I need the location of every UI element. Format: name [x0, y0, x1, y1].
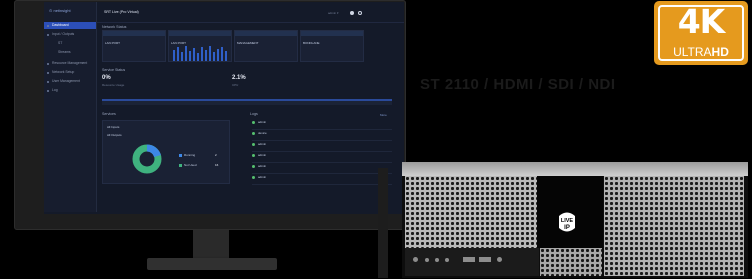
sidebar-item-dashboard[interactable]: Dashboard	[44, 22, 96, 29]
status-icon	[252, 143, 255, 146]
dashboard-icon	[47, 24, 49, 27]
sidebar-item-resource-management[interactable]: Resource Management	[44, 60, 96, 67]
sidebar-item-log[interactable]: Log	[44, 87, 96, 94]
rack-ear-left	[378, 168, 388, 278]
server-io-panel	[405, 248, 539, 276]
sidebar-item-network-setup[interactable]: Network Setup	[44, 69, 96, 76]
led-icon	[435, 258, 439, 262]
resource-usage-label: Resource Usage	[102, 83, 125, 87]
legend-running-swatch	[179, 154, 182, 157]
svg-text:LIVE: LIVE	[561, 218, 574, 224]
led-icon	[425, 258, 429, 262]
page-title: SRT Live (Pro Virtual)	[104, 10, 139, 14]
legend-notused-label: Not Used	[184, 163, 197, 167]
headline-text: ST 2110 / HDMI / SDI / NDI	[420, 76, 616, 93]
led-icon	[445, 258, 449, 262]
sidebar-item-streams[interactable]: Streams	[44, 49, 96, 56]
usb-port-icon	[479, 257, 491, 262]
log-event[interactable]: admin	[252, 141, 392, 152]
network-icon	[47, 71, 49, 74]
live-ip-logo: LIVE IP	[559, 212, 575, 232]
network-card-lan2[interactable]: LAN PORT	[168, 30, 232, 62]
resource-icon	[47, 62, 49, 65]
sidebar-item-inputs-outputs[interactable]: Input / Outputs	[44, 31, 96, 38]
timeline-axis	[102, 101, 392, 105]
services-row[interactable]: All Outputs	[107, 133, 122, 137]
log-event[interactable]: admin	[252, 163, 392, 174]
cpu-value: 2.1%	[232, 75, 246, 81]
legend-running-value: 2	[215, 153, 217, 157]
vent-mesh-left	[405, 176, 537, 248]
services-donut-chart	[132, 144, 162, 174]
logs-more-link[interactable]: More	[380, 113, 387, 117]
legend-running-label: Running	[184, 153, 196, 157]
network-status-heading: Network Status	[102, 25, 127, 29]
user-icon	[47, 80, 49, 83]
vent-mesh-right	[604, 176, 744, 276]
4k-badge-subtitle: ULTRAHD	[673, 45, 729, 59]
log-event[interactable]: admin	[252, 174, 392, 185]
4k-badge-number: 4K	[677, 2, 726, 41]
sidebar-item-user-management[interactable]: User Management	[44, 78, 96, 85]
services-card: All Inputs All Outputs Running 2 Not Use…	[102, 120, 230, 184]
service-status-heading: Service Status	[102, 68, 126, 72]
log-icon	[47, 89, 49, 92]
server-top-panel	[402, 162, 748, 176]
usb-port-icon	[463, 257, 475, 262]
cpu-label: CPU	[232, 83, 239, 87]
resource-usage-value: 0%	[102, 75, 111, 81]
network-card-management[interactable]: MANAGEMENT	[234, 30, 298, 62]
status-icon	[252, 176, 255, 179]
status-icon	[252, 121, 255, 124]
network-card-lan1[interactable]: LAN PORT	[102, 30, 166, 62]
legend-notused-value: 16	[215, 163, 219, 167]
vent-mesh-lower	[540, 248, 602, 276]
status-icon	[252, 132, 255, 135]
status-icon	[252, 165, 255, 168]
button-icon	[497, 257, 502, 262]
sidebar: ⊙ netinsight Dashboard Input / Outputs S…	[44, 2, 97, 212]
top-bar: SRT Live (Pro Virtual) admin ▾	[96, 2, 404, 23]
legend-notused-swatch	[179, 164, 182, 167]
log-event[interactable]: device	[252, 130, 392, 141]
monitor-screen: ⊙ netinsight Dashboard Input / Outputs S…	[44, 2, 404, 214]
log-event[interactable]: admin	[252, 119, 392, 130]
notification-icon[interactable]	[350, 11, 354, 15]
services-row[interactable]: All Inputs	[107, 125, 119, 129]
settings-icon[interactable]	[358, 11, 362, 15]
log-event[interactable]: admin	[252, 152, 392, 163]
logs-heading: Logs	[250, 112, 258, 116]
services-heading: Services	[102, 112, 116, 116]
app-logo: ⊙ netinsight	[49, 8, 71, 13]
status-icon	[252, 154, 255, 157]
io-icon	[47, 33, 49, 36]
user-menu[interactable]: admin ▾	[328, 11, 339, 15]
network-card-bond[interactable]: BONDLANE	[300, 30, 364, 62]
monitor-stand-base	[147, 258, 277, 270]
svg-text:IP: IP	[564, 225, 570, 231]
power-button-icon[interactable]	[413, 257, 418, 262]
traffic-sparkline	[173, 46, 227, 61]
sidebar-item-st[interactable]: ST	[44, 40, 96, 47]
